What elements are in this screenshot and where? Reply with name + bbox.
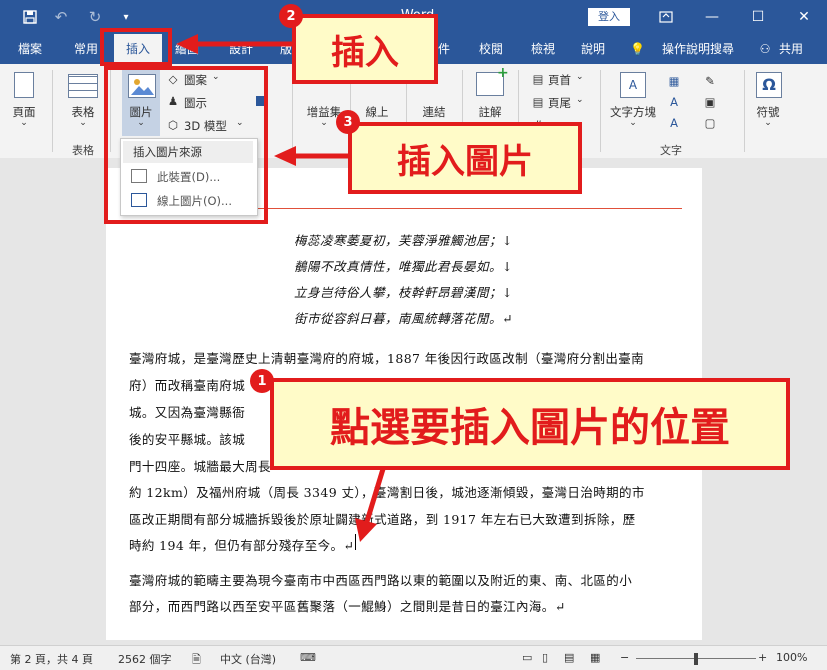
- poem-line: 鶺陽不改真情性，唯獨此君長晏如。↓: [294, 259, 513, 274]
- tab-design[interactable]: 設計: [226, 34, 256, 64]
- undo-icon[interactable]: ↶: [50, 0, 72, 34]
- paragraph-line: 臺灣府城的範疇主要為現今臺南市中西區西門路以東的範圍以及附近的東、南、北區的小: [129, 573, 633, 588]
- links-button[interactable]: 連結: [414, 104, 454, 120]
- chevron-down-icon: ⌄: [764, 118, 772, 128]
- highlight-insert-tab: [100, 28, 172, 66]
- zoom-out-icon[interactable]: −: [620, 651, 629, 664]
- step-badge-1: 1: [250, 369, 274, 393]
- drop-cap-icon[interactable]: A: [664, 116, 684, 130]
- comment-button[interactable]: 註解: [470, 104, 510, 120]
- tab-draw[interactable]: 繪圖: [172, 34, 202, 64]
- date-time-icon[interactable]: ▣: [700, 95, 720, 109]
- print-layout-icon[interactable]: ▤: [564, 651, 574, 664]
- proofing-icon[interactable]: 🗎: [192, 651, 201, 670]
- chevron-down-icon: ⌄: [79, 118, 87, 128]
- step-badge-3: 3: [336, 110, 360, 134]
- omega-icon: Ω: [756, 72, 782, 98]
- tell-me-search[interactable]: 操作說明搜尋: [656, 34, 740, 64]
- zoom-slider-thumb[interactable]: [694, 653, 698, 665]
- header-icon: ▤: [532, 72, 544, 86]
- share-button[interactable]: 共用: [774, 34, 808, 64]
- text-cursor: [355, 534, 356, 550]
- ribbon-display-options-icon[interactable]: [644, 0, 688, 34]
- table-icon: [68, 74, 98, 98]
- paragraph-line: 時約 194 年，但仍有部分殘存至今。↵: [129, 538, 355, 553]
- paragraph-line: 約 12km）及福州府城（周長 3349 丈），臺灣割日後，城池逐漸傾毀，臺灣日…: [129, 485, 645, 500]
- text-box-icon: A: [620, 72, 646, 98]
- divider: [744, 70, 745, 152]
- paragraph-line: 部分，而西門路以西至安平區舊聚落（一鯤鯓）之間則是昔日的臺江內海。↵: [129, 599, 566, 614]
- tab-help[interactable]: 說明: [576, 34, 610, 64]
- callout-select-position: 點選要插入圖片的位置: [270, 378, 790, 470]
- online-video-button[interactable]: 線上: [360, 104, 394, 120]
- chevron-down-icon: ⌄: [576, 72, 584, 82]
- highlight-picture-area: [104, 66, 268, 224]
- focus-icon[interactable]: ▭: [522, 651, 532, 664]
- person-icon: ⚇: [759, 42, 771, 56]
- page-count[interactable]: 第 2 頁，共 4 頁: [10, 651, 93, 667]
- header-button[interactable]: 頁首: [548, 72, 571, 88]
- word-count[interactable]: 2562 個字: [118, 651, 172, 667]
- web-layout-icon[interactable]: ▦: [590, 651, 600, 664]
- pages-icon: [14, 72, 34, 98]
- poem-line: 街市從容斜日暮，南風統轉落花閒。↵: [294, 311, 513, 326]
- language-indicator[interactable]: 中文 (台灣): [220, 651, 276, 667]
- poem-line: 立身岂待俗人攀，枝幹軒昂碧漢間；↓: [294, 285, 513, 300]
- wordart-icon[interactable]: A: [664, 95, 684, 109]
- zoom-level[interactable]: 100%: [776, 651, 807, 664]
- status-bar: 第 2 頁，共 4 頁 2562 個字 🗎 中文 (台灣) ⌨ ▭ ▯ ▤ ▦ …: [0, 645, 827, 670]
- zoom-in-icon[interactable]: +: [758, 651, 767, 664]
- tab-review[interactable]: 校閱: [474, 34, 508, 64]
- footer-button[interactable]: 頁尾: [548, 95, 571, 111]
- read-mode-icon[interactable]: ▯: [542, 651, 548, 664]
- callout-insert: 插入: [292, 14, 438, 84]
- maximize-icon[interactable]: ☐: [736, 0, 780, 34]
- chevron-down-icon: ⌄: [629, 118, 637, 128]
- comment-icon: +: [476, 66, 509, 96]
- chevron-down-icon: ⌄: [20, 118, 28, 128]
- sign-in-button[interactable]: 登入: [588, 8, 630, 26]
- divider: [600, 70, 601, 152]
- callout-insert-picture: 插入圖片: [348, 122, 582, 194]
- tab-view[interactable]: 檢視: [526, 34, 560, 64]
- tab-file[interactable]: 檔案: [8, 34, 52, 64]
- signature-line-icon[interactable]: ✎: [700, 74, 720, 88]
- divider: [52, 70, 53, 152]
- paragraph-line: 區改正期間有部分城牆拆毀後於原址闢建新式道路，到 1917 年左右已大致遭到拆除…: [129, 512, 636, 527]
- lightbulb-icon: 💡: [630, 42, 645, 56]
- close-icon[interactable]: ✕: [782, 0, 826, 34]
- chevron-down-icon: ⌄: [576, 95, 584, 105]
- minimize-icon[interactable]: —: [690, 0, 734, 34]
- accessibility-icon[interactable]: ⌨: [300, 651, 316, 664]
- table-group-label: 表格: [72, 144, 94, 157]
- save-icon[interactable]: [16, 0, 44, 34]
- footer-icon: ▤: [532, 95, 544, 109]
- poem-line: 梅蕊凌寒萎夏初，芙蓉淨雅觸池居；↓: [294, 233, 513, 248]
- step-badge-2: 2: [279, 4, 303, 28]
- quick-parts-icon[interactable]: ▦: [664, 74, 684, 88]
- object-icon[interactable]: ▢: [700, 116, 720, 130]
- text-group-label: 文字: [660, 144, 682, 157]
- paragraph-line: 臺灣府城，是臺灣歷史上清朝臺灣府的府城，1887 年後因行政區改制（臺灣府分割出…: [129, 351, 645, 366]
